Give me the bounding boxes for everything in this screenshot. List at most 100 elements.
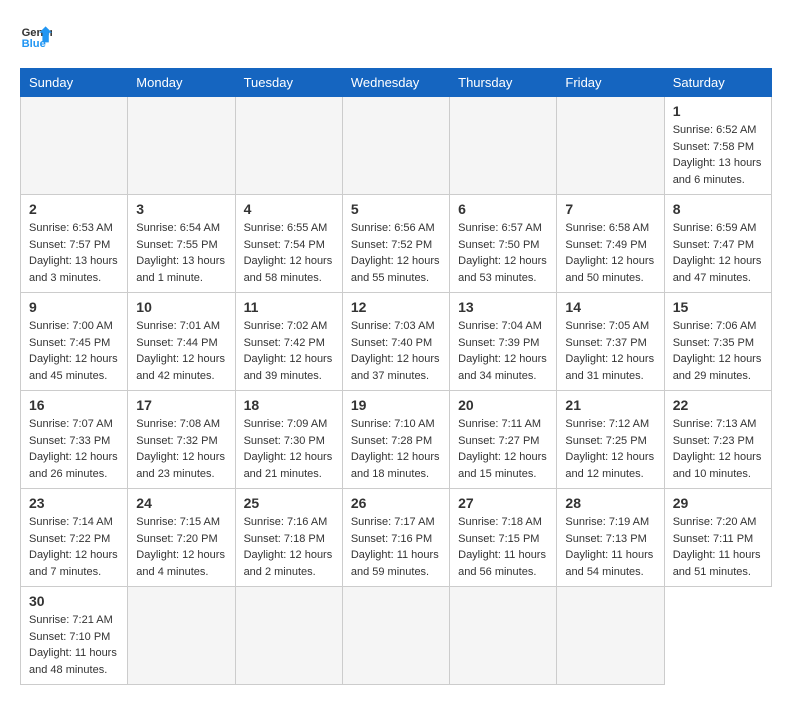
day-number: 8 [673,201,763,217]
day-info: Sunrise: 7:01 AM Sunset: 7:44 PM Dayligh… [136,318,226,384]
day-cell-1: 1 Sunrise: 6:52 AM Sunset: 7:58 PM Dayli… [664,97,771,195]
day-cell-26: 26 Sunrise: 7:17 AM Sunset: 7:16 PM Dayl… [342,489,449,587]
day-info: Sunrise: 7:11 AM Sunset: 7:27 PM Dayligh… [458,416,548,482]
empty-cell [235,587,342,685]
day-number: 20 [458,397,548,413]
day-number: 19 [351,397,441,413]
day-number: 23 [29,495,119,511]
empty-cell [128,97,235,195]
day-info: Sunrise: 6:56 AM Sunset: 7:52 PM Dayligh… [351,220,441,286]
day-cell-27: 27 Sunrise: 7:18 AM Sunset: 7:15 PM Dayl… [450,489,557,587]
day-cell-12: 12 Sunrise: 7:03 AM Sunset: 7:40 PM Dayl… [342,293,449,391]
day-cell-9: 9 Sunrise: 7:00 AM Sunset: 7:45 PM Dayli… [21,293,128,391]
page-header: General Blue [20,20,772,52]
day-info: Sunrise: 7:12 AM Sunset: 7:25 PM Dayligh… [565,416,655,482]
day-info: Sunrise: 7:20 AM Sunset: 7:11 PM Dayligh… [673,514,763,580]
day-number: 6 [458,201,548,217]
day-number: 7 [565,201,655,217]
day-number: 3 [136,201,226,217]
weekday-header-friday: Friday [557,69,664,97]
day-info: Sunrise: 7:05 AM Sunset: 7:37 PM Dayligh… [565,318,655,384]
day-info: Sunrise: 7:07 AM Sunset: 7:33 PM Dayligh… [29,416,119,482]
day-cell-20: 20 Sunrise: 7:11 AM Sunset: 7:27 PM Dayl… [450,391,557,489]
day-cell-30: 30 Sunrise: 7:21 AM Sunset: 7:10 PM Dayl… [21,587,128,685]
day-number: 12 [351,299,441,315]
day-cell-18: 18 Sunrise: 7:09 AM Sunset: 7:30 PM Dayl… [235,391,342,489]
weekday-header-saturday: Saturday [664,69,771,97]
day-number: 25 [244,495,334,511]
day-cell-11: 11 Sunrise: 7:02 AM Sunset: 7:42 PM Dayl… [235,293,342,391]
day-info: Sunrise: 7:18 AM Sunset: 7:15 PM Dayligh… [458,514,548,580]
svg-text:Blue: Blue [22,38,46,50]
day-cell-23: 23 Sunrise: 7:14 AM Sunset: 7:22 PM Dayl… [21,489,128,587]
day-cell-7: 7 Sunrise: 6:58 AM Sunset: 7:49 PM Dayli… [557,195,664,293]
logo-icon: General Blue [20,20,52,52]
day-cell-19: 19 Sunrise: 7:10 AM Sunset: 7:28 PM Dayl… [342,391,449,489]
day-cell-17: 17 Sunrise: 7:08 AM Sunset: 7:32 PM Dayl… [128,391,235,489]
day-cell-21: 21 Sunrise: 7:12 AM Sunset: 7:25 PM Dayl… [557,391,664,489]
day-info: Sunrise: 7:06 AM Sunset: 7:35 PM Dayligh… [673,318,763,384]
empty-cell [450,97,557,195]
day-info: Sunrise: 7:16 AM Sunset: 7:18 PM Dayligh… [244,514,334,580]
weekday-header-sunday: Sunday [21,69,128,97]
day-cell-29: 29 Sunrise: 7:20 AM Sunset: 7:11 PM Dayl… [664,489,771,587]
logo: General Blue [20,20,52,52]
empty-cell [557,587,664,685]
day-number: 2 [29,201,119,217]
day-info: Sunrise: 6:54 AM Sunset: 7:55 PM Dayligh… [136,220,226,286]
empty-cell [450,587,557,685]
day-cell-25: 25 Sunrise: 7:16 AM Sunset: 7:18 PM Dayl… [235,489,342,587]
day-info: Sunrise: 6:53 AM Sunset: 7:57 PM Dayligh… [29,220,119,286]
day-info: Sunrise: 6:58 AM Sunset: 7:49 PM Dayligh… [565,220,655,286]
day-number: 18 [244,397,334,413]
empty-cell [21,97,128,195]
day-cell-24: 24 Sunrise: 7:15 AM Sunset: 7:20 PM Dayl… [128,489,235,587]
day-cell-8: 8 Sunrise: 6:59 AM Sunset: 7:47 PM Dayli… [664,195,771,293]
day-cell-28: 28 Sunrise: 7:19 AM Sunset: 7:13 PM Dayl… [557,489,664,587]
day-number: 14 [565,299,655,315]
day-number: 10 [136,299,226,315]
day-number: 13 [458,299,548,315]
day-info: Sunrise: 6:59 AM Sunset: 7:47 PM Dayligh… [673,220,763,286]
day-number: 22 [673,397,763,413]
weekday-header-tuesday: Tuesday [235,69,342,97]
day-info: Sunrise: 7:09 AM Sunset: 7:30 PM Dayligh… [244,416,334,482]
day-cell-2: 2 Sunrise: 6:53 AM Sunset: 7:57 PM Dayli… [21,195,128,293]
weekday-header-monday: Monday [128,69,235,97]
day-info: Sunrise: 7:08 AM Sunset: 7:32 PM Dayligh… [136,416,226,482]
calendar-table: SundayMondayTuesdayWednesdayThursdayFrid… [20,68,772,685]
empty-cell [342,587,449,685]
day-info: Sunrise: 7:03 AM Sunset: 7:40 PM Dayligh… [351,318,441,384]
day-info: Sunrise: 6:55 AM Sunset: 7:54 PM Dayligh… [244,220,334,286]
empty-cell [235,97,342,195]
day-number: 30 [29,593,119,609]
day-info: Sunrise: 6:52 AM Sunset: 7:58 PM Dayligh… [673,122,763,188]
empty-cell [342,97,449,195]
day-info: Sunrise: 7:13 AM Sunset: 7:23 PM Dayligh… [673,416,763,482]
day-cell-13: 13 Sunrise: 7:04 AM Sunset: 7:39 PM Dayl… [450,293,557,391]
day-info: Sunrise: 7:15 AM Sunset: 7:20 PM Dayligh… [136,514,226,580]
day-info: Sunrise: 7:19 AM Sunset: 7:13 PM Dayligh… [565,514,655,580]
day-info: Sunrise: 7:17 AM Sunset: 7:16 PM Dayligh… [351,514,441,580]
day-cell-16: 16 Sunrise: 7:07 AM Sunset: 7:33 PM Dayl… [21,391,128,489]
empty-cell [128,587,235,685]
day-number: 9 [29,299,119,315]
day-number: 21 [565,397,655,413]
weekday-header-thursday: Thursday [450,69,557,97]
day-info: Sunrise: 7:02 AM Sunset: 7:42 PM Dayligh… [244,318,334,384]
day-cell-4: 4 Sunrise: 6:55 AM Sunset: 7:54 PM Dayli… [235,195,342,293]
day-number: 26 [351,495,441,511]
day-number: 27 [458,495,548,511]
day-info: Sunrise: 7:14 AM Sunset: 7:22 PM Dayligh… [29,514,119,580]
day-number: 28 [565,495,655,511]
day-number: 16 [29,397,119,413]
day-cell-22: 22 Sunrise: 7:13 AM Sunset: 7:23 PM Dayl… [664,391,771,489]
day-number: 24 [136,495,226,511]
day-number: 11 [244,299,334,315]
weekday-header-wednesday: Wednesday [342,69,449,97]
day-info: Sunrise: 7:10 AM Sunset: 7:28 PM Dayligh… [351,416,441,482]
day-info: Sunrise: 6:57 AM Sunset: 7:50 PM Dayligh… [458,220,548,286]
day-number: 29 [673,495,763,511]
day-info: Sunrise: 7:21 AM Sunset: 7:10 PM Dayligh… [29,612,119,678]
day-cell-14: 14 Sunrise: 7:05 AM Sunset: 7:37 PM Dayl… [557,293,664,391]
